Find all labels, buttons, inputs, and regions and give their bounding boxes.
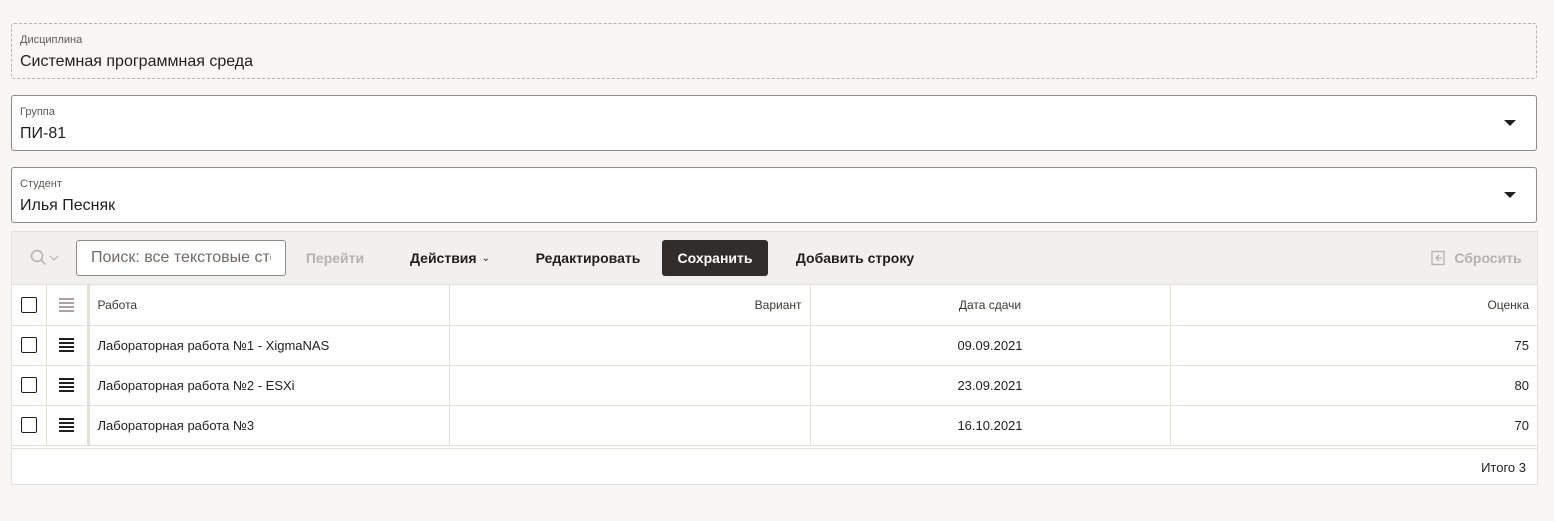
grid-toolbar: Перейти Действия ⌄ Редактировать Сохрани… xyxy=(12,232,1537,285)
total-count: Итого 3 xyxy=(1481,460,1526,475)
row-actions-header xyxy=(46,285,90,326)
row-actions-cell[interactable] xyxy=(46,405,90,446)
row-select-cell[interactable] xyxy=(12,325,47,366)
cell-grade[interactable]: 70 xyxy=(1170,405,1537,446)
go-button[interactable]: Перейти xyxy=(295,240,375,276)
select-all-checkbox[interactable] xyxy=(20,296,37,313)
cell-work[interactable]: Лабораторная работа №3 xyxy=(88,405,450,446)
cell-work[interactable]: Лабораторная работа №1 - XigmaNAS xyxy=(88,325,450,366)
row-actions-icon[interactable] xyxy=(59,416,74,435)
cell-date[interactable]: 16.10.2021 xyxy=(810,405,1171,446)
chevron-down-icon[interactable] xyxy=(1504,120,1516,126)
search-input[interactable] xyxy=(76,240,286,276)
interactive-grid: Перейти Действия ⌄ Редактировать Сохрани… xyxy=(11,231,1538,485)
add-row-button[interactable]: Добавить строку xyxy=(790,240,920,276)
group-label: Группа xyxy=(20,106,55,118)
student-select[interactable]: Студент Илья Песняк xyxy=(11,167,1537,223)
table-row[interactable]: Лабораторная работа №2 - ESXi 23.09.2021… xyxy=(12,365,1537,406)
cell-grade[interactable]: 80 xyxy=(1170,365,1537,406)
discipline-field: Дисциплина Системная программная среда xyxy=(11,23,1537,79)
row-actions-cell[interactable] xyxy=(46,365,90,406)
reset-icon xyxy=(1430,250,1446,266)
discipline-label: Дисциплина xyxy=(20,34,83,46)
cell-variant[interactable] xyxy=(449,405,811,446)
column-header-variant[interactable]: Вариант xyxy=(449,285,811,326)
row-actions-icon[interactable] xyxy=(59,336,74,355)
group-select[interactable]: Группа ПИ-81 xyxy=(11,95,1537,151)
table-row[interactable]: Лабораторная работа №1 - XigmaNAS 09.09.… xyxy=(12,325,1537,366)
row-actions-icon[interactable] xyxy=(59,376,74,395)
row-select-cell[interactable] xyxy=(12,365,47,406)
cell-variant[interactable] xyxy=(449,325,811,366)
select-all-cell[interactable] xyxy=(12,285,47,326)
column-header-work[interactable]: Работа xyxy=(88,285,450,326)
grid-footer: Итого 3 xyxy=(12,448,1537,484)
row-checkbox[interactable] xyxy=(20,337,37,354)
cell-date[interactable]: 23.09.2021 xyxy=(810,365,1171,406)
edit-button[interactable]: Редактировать xyxy=(532,240,644,276)
actions-menu-button[interactable]: Действия ⌄ xyxy=(405,240,495,276)
save-button[interactable]: Сохранить xyxy=(662,240,768,276)
table-row[interactable]: Лабораторная работа №3 16.10.2021 70 xyxy=(12,405,1537,446)
grid-table: Работа Вариант Дата сдачи Оценка Лаборат… xyxy=(12,285,1537,446)
row-select-cell[interactable] xyxy=(12,405,47,446)
student-label: Студент xyxy=(20,178,62,190)
row-actions-cell[interactable] xyxy=(46,325,90,366)
cell-date[interactable]: 09.09.2021 xyxy=(810,325,1171,366)
chevron-down-icon[interactable] xyxy=(1504,192,1516,198)
student-value: Илья Песняк xyxy=(20,197,116,214)
column-header-grade[interactable]: Оценка xyxy=(1170,285,1537,326)
discipline-value: Системная программная среда xyxy=(20,53,253,70)
menu-icon xyxy=(59,296,74,315)
header-row: Работа Вариант Дата сдачи Оценка xyxy=(12,285,1537,326)
cell-work[interactable]: Лабораторная работа №2 - ESXi xyxy=(88,365,450,406)
group-value: ПИ-81 xyxy=(20,125,67,142)
cell-variant[interactable] xyxy=(449,365,811,406)
column-header-date[interactable]: Дата сдачи xyxy=(810,285,1171,326)
chevron-down-icon: ⌄ xyxy=(481,252,490,264)
reset-button[interactable]: Сбросить xyxy=(1426,240,1526,276)
row-checkbox[interactable] xyxy=(20,377,37,394)
reset-label: Сбросить xyxy=(1454,250,1522,266)
search-icon[interactable] xyxy=(30,249,62,267)
cell-grade[interactable]: 75 xyxy=(1170,325,1537,366)
row-checkbox[interactable] xyxy=(20,417,37,434)
actions-label: Действия xyxy=(410,250,477,266)
